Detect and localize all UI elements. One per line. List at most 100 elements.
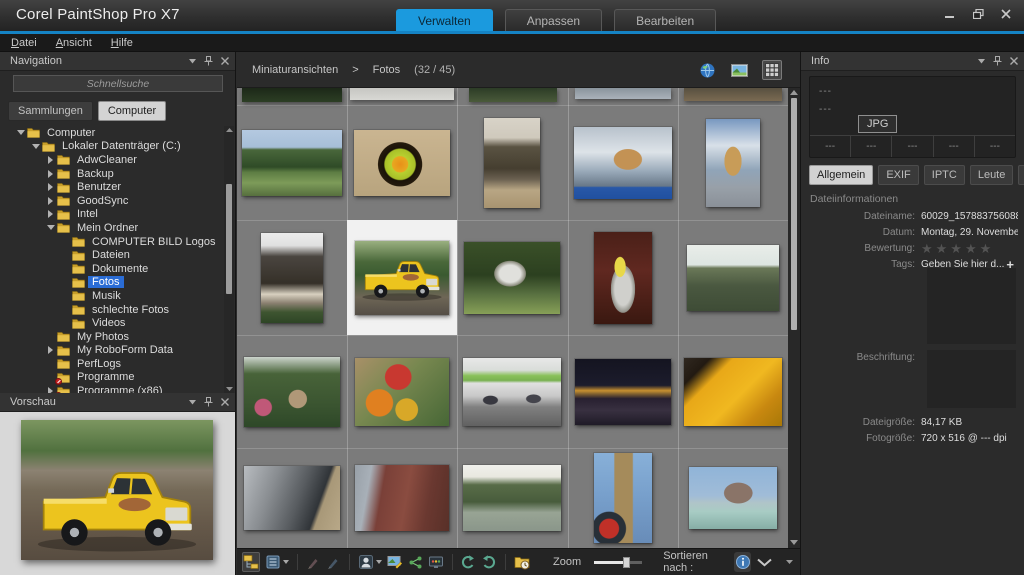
tree-item-goodsync[interactable]: GoodSync [0,194,224,208]
tree-item-benutzer[interactable]: Benutzer [0,180,224,194]
thumbnail-cell-city-street[interactable] [347,448,457,548]
thumbnail-cell-dog-on-fence[interactable] [568,105,678,220]
thumbnail-cell-subway-platform[interactable] [237,448,347,548]
mode-tab-verwalten[interactable]: Verwalten [396,9,493,31]
thumbnail-lovebird-nestbox[interactable] [354,130,450,196]
rotate-right-icon[interactable] [481,552,497,572]
menu-ansicht[interactable]: Ansicht [56,37,92,49]
scroll-up-icon[interactable] [225,128,233,132]
tree-item-programme[interactable]: Programme [0,371,224,385]
people-tag-icon[interactable] [358,552,374,572]
panel-menu-icon[interactable] [978,59,985,64]
tree-item-videos[interactable]: Videos [0,316,224,330]
toolbar-overflow-caret-icon[interactable] [786,560,793,564]
thumbnail-cell-cow-in-brush[interactable] [457,220,567,335]
caption-textarea[interactable] [927,350,1016,408]
close-panel-icon[interactable] [1010,57,1018,65]
thumbnail-nyc-taxi[interactable] [684,358,782,426]
scroll-up-icon[interactable] [790,90,798,95]
close-panel-icon[interactable] [221,57,229,65]
zoom-slider-thumb[interactable] [623,557,630,568]
nav-tab-sammlungen[interactable]: Sammlungen [8,101,93,121]
thumbnail-cow-in-brush[interactable] [464,242,560,314]
tree-item-my-roboform-data[interactable]: My RoboForm Data [0,344,224,358]
quick-review-brush-icon[interactable] [306,552,321,572]
tree-item-mein-ordner[interactable]: Mein Ordner [0,221,224,235]
thumbnail-big-ben[interactable] [594,453,652,543]
menu-datei[interactable]: Datei [11,37,37,49]
thumbnail-cell-landscape-trees[interactable] [237,105,347,220]
collapse-tray-chevron-icon[interactable] [756,558,773,567]
thumbnail-cutoff-photo-2[interactable] [350,88,454,100]
info-tab-allgemein[interactable]: Allgemein [809,165,873,185]
tree-item-fotos[interactable]: Fotos [0,276,224,290]
tree-item-programme-x86[interactable]: Programme (x86) [0,384,224,393]
pin-icon[interactable] [204,397,213,407]
share-icon[interactable] [408,552,423,572]
info-toggle-button[interactable] [734,552,751,572]
tree-item-computer-bild-logos[interactable]: COMPUTER BILD Logos [0,235,224,249]
info-tab-leute[interactable]: Leute [970,165,1014,185]
folder-tree-icon[interactable] [242,552,260,572]
image-edit-icon[interactable] [387,552,403,572]
thumbnail-cell-commuter-train[interactable] [457,335,567,448]
tree-item-perflogs[interactable]: PerfLogs [0,357,224,371]
tree-scrollbar[interactable] [224,126,234,393]
thumbnail-cactus-garden[interactable] [244,357,340,427]
single-image-icon[interactable] [729,62,750,79]
info-tab-exif[interactable]: EXIF [878,165,918,185]
thumbnail-cutoff-photo-3[interactable] [469,88,557,102]
search-input[interactable] [13,75,223,92]
info-tab-orte[interactable]: Orte [1018,165,1024,185]
rating-stars[interactable]: ★★★★★ [921,243,994,254]
grid-scrollbar[interactable] [788,88,800,548]
tree-item-lokaler-datentr-ger-c[interactable]: Lokaler Datenträger (C:) [0,140,224,154]
breadcrumb-view[interactable]: Miniaturansichten [252,64,338,76]
list-view-icon[interactable] [265,552,281,572]
thumbnail-golden-retriever[interactable] [706,119,760,207]
edit-brush-icon[interactable] [326,552,341,572]
thumbnail-donkey-face[interactable] [261,233,323,323]
zoom-slider[interactable] [594,557,642,568]
thumbnail-cutoff-photo-1[interactable] [242,88,342,102]
thumbnail-cactus-field[interactable] [687,245,779,311]
thumbnail-landscape-trees[interactable] [242,130,342,196]
tree-item-my-photos[interactable]: My Photos [0,330,224,344]
thumbnail-hagia-sophia[interactable] [689,467,777,529]
thumbnail-shaggy-dog[interactable] [484,118,540,208]
info-tab-iptc[interactable]: IPTC [924,165,965,185]
thumbnail-cutoff-photo-4[interactable] [575,88,671,99]
tree-item-schlechte-fotos[interactable]: schlechte Fotos [0,303,224,317]
thumbnail-cell-tropical-fruit[interactable] [347,335,457,448]
thumbnail-tropical-fruit[interactable] [355,358,449,426]
map-globe-icon[interactable] [698,61,717,80]
scroll-down-icon[interactable] [225,387,233,391]
tree-item-dateien[interactable]: Dateien [0,248,224,262]
tree-item-intel[interactable]: Intel [0,208,224,222]
thumbnail-cell-shaggy-dog[interactable] [457,105,567,220]
close-icon[interactable] [1000,9,1012,19]
tree-item-dokumente[interactable]: Dokumente [0,262,224,276]
thumbnail-grid-icon[interactable] [762,60,782,80]
tree-item-adwcleaner[interactable]: AdwCleaner [0,153,224,167]
pin-icon[interactable] [204,56,213,66]
thumbnail-cell-nyc-taxi[interactable] [678,335,788,448]
thumbnail-cell-yellow-truck[interactable] [347,220,457,335]
minimize-icon[interactable] [944,9,956,19]
thumbnail-cell-cactus-garden[interactable] [237,335,347,448]
thumbnail-yellow-truck[interactable] [355,241,449,315]
thumbnail-cell-cockatiel[interactable] [568,220,678,335]
thumbnail-subway-platform[interactable] [244,466,340,530]
menu-hilfe[interactable]: Hilfe [111,37,133,49]
thumbnail-cockatiel[interactable] [594,232,652,324]
tree-item-musik[interactable]: Musik [0,289,224,303]
thumbnail-cell-lovebird-nestbox[interactable] [347,105,457,220]
thumbnail-cell-garden-pond[interactable] [457,448,567,548]
thumbnail-night-harbor[interactable] [575,359,671,425]
close-panel-icon[interactable] [221,398,229,406]
thumbnail-city-street[interactable] [355,465,449,531]
pin-icon[interactable] [993,56,1002,66]
list-view-caret-icon[interactable] [283,560,289,564]
tree-item-backup[interactable]: Backup [0,167,224,181]
thumbnail-cell-big-ben[interactable] [568,448,678,548]
